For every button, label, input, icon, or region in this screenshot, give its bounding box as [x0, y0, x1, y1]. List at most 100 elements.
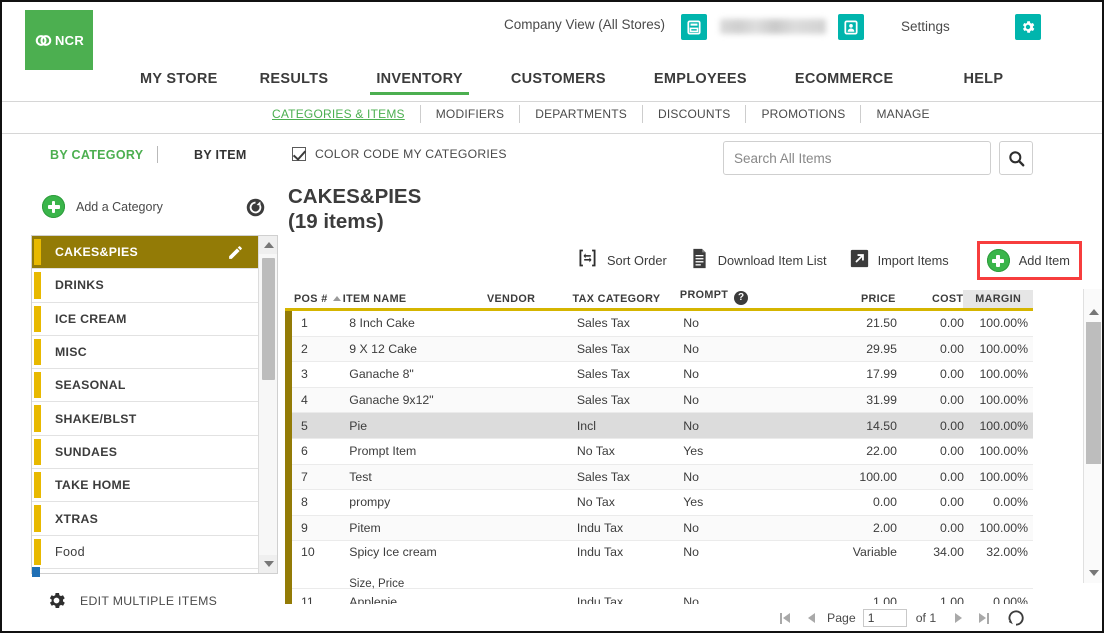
sidebar-item-sundaes[interactable]: SUNDAES: [32, 435, 258, 470]
table-row[interactable]: 3 Ganache 8" Sales Tax No 17.99 0.00 100…: [292, 362, 1033, 388]
sort-order-icon: [577, 248, 598, 273]
edit-pencil-icon[interactable]: [227, 244, 244, 261]
gear-icon[interactable]: [1015, 14, 1041, 40]
company-view-label[interactable]: Company View (All Stores): [504, 17, 665, 32]
subnav-manage[interactable]: MANAGE: [861, 105, 944, 123]
import-items-button[interactable]: Import Items: [850, 249, 949, 273]
nav-ecommerce[interactable]: ECOMMERCE: [771, 65, 918, 97]
category-label: DRINKS: [55, 278, 104, 293]
table-row[interactable]: 6 Prompt Item No Tax Yes 22.00 0.00 100.…: [292, 438, 1033, 465]
cell-margin: 100.00%: [979, 393, 1028, 408]
first-page-icon[interactable]: [772, 612, 798, 624]
table-row[interactable]: 1 8 Inch Cake Sales Tax No 21.50 0.00 10…: [292, 311, 1033, 337]
scroll-up-arrow-icon[interactable]: [1084, 303, 1102, 320]
prev-page-icon[interactable]: [798, 613, 824, 623]
category-label: SUNDAES: [55, 444, 118, 459]
sidebar-item-xtras[interactable]: XTRAS: [32, 502, 258, 536]
subnav-categories-items[interactable]: CATEGORIES & ITEMS: [257, 105, 421, 123]
cell-pos: 4: [301, 393, 308, 408]
sidebar-item-cakes-pies[interactable]: CAKES&PIES: [32, 236, 258, 270]
sidebar-item-food[interactable]: Food: [32, 535, 258, 569]
page-number-input[interactable]: [862, 609, 907, 627]
col-header-pos[interactable]: POS #: [285, 293, 343, 308]
cell-price: 100.00: [859, 469, 897, 484]
scroll-up-arrow-icon[interactable]: [259, 236, 277, 254]
nav-inventory[interactable]: INVENTORY: [352, 65, 487, 97]
table-row[interactable]: 7 Test Sales Tax No 100.00 0.00 100.00%: [292, 464, 1033, 491]
scroll-down-arrow-icon[interactable]: [1084, 564, 1102, 581]
ncr-logo[interactable]: NCR: [25, 10, 93, 70]
col-header-tax-category[interactable]: TAX CATEGORY: [572, 293, 679, 308]
next-page-icon[interactable]: [945, 613, 971, 623]
cell-cost: 0.00: [940, 495, 964, 510]
table-row[interactable]: 8 prompy No Tax Yes 0.00 0.00 0.00%: [292, 490, 1033, 516]
refresh-categories-icon[interactable]: [245, 197, 266, 218]
table-row[interactable]: 5 Pie Incl No 14.50 0.00 100.00%: [292, 413, 1033, 439]
nav-my-store[interactable]: MY STORE: [122, 65, 236, 97]
subnav-promotions[interactable]: PROMOTIONS: [746, 105, 862, 123]
nav-customers[interactable]: CUSTOMERS: [487, 65, 630, 97]
search-input[interactable]: [724, 142, 990, 174]
table-row[interactable]: 11 Applepie Indu Tax No 1.00 1.00 0.00%: [292, 589, 1033, 604]
cell-item-name: 8 Inch Cake: [349, 316, 415, 331]
add-item-button[interactable]: Add Item: [976, 241, 1082, 280]
redacted-user-name: [720, 19, 826, 34]
download-item-list-button[interactable]: Download Item List: [690, 248, 827, 274]
table-row[interactable]: 9 Pitem Indu Tax No 2.00 0.00 100.00%: [292, 515, 1033, 542]
subnav-modifiers[interactable]: MODIFIERS: [421, 105, 521, 123]
scroll-down-arrow-icon[interactable]: [259, 555, 277, 573]
add-category-button[interactable]: Add a Category: [42, 195, 163, 218]
scrollbar-thumb[interactable]: [1086, 322, 1101, 464]
cell-pos: 8: [301, 495, 308, 510]
cell-margin: 100.00%: [979, 341, 1028, 356]
table-row[interactable]: 2 9 X 12 Cake Sales Tax No 29.95 0.00 10…: [292, 336, 1033, 363]
col-header-margin[interactable]: MARGIN: [963, 290, 1033, 308]
scrollbar-thumb[interactable]: [262, 258, 275, 380]
settings-label[interactable]: Settings: [901, 19, 950, 34]
nav-results[interactable]: RESULTS: [236, 65, 353, 97]
table-row[interactable]: 4 Ganache 9x12" Sales Tax No 31.99 0.00 …: [292, 387, 1033, 414]
color-code-checkbox[interactable]: [292, 147, 306, 161]
col-header-cost[interactable]: COST: [896, 293, 964, 308]
col-header-prompt[interactable]: PROMPT?: [680, 289, 801, 308]
cell-tax-category: Sales Tax: [576, 393, 630, 408]
sidebar-item-ice-cream[interactable]: ICE CREAM: [32, 302, 258, 336]
last-page-icon[interactable]: [971, 612, 997, 624]
cell-margin: 0.00%: [993, 495, 1028, 510]
nav-employees[interactable]: EMPLOYEES: [630, 65, 771, 97]
table-scrollbar[interactable]: [1083, 289, 1102, 583]
edit-multiple-items-button[interactable]: EDIT MULTIPLE ITEMS: [46, 590, 217, 611]
refresh-icon[interactable]: [1006, 608, 1026, 628]
page-title: CAKES&PIES: [288, 185, 422, 208]
sidebar-item-take-home[interactable]: TAKE HOME: [32, 469, 258, 503]
table-row[interactable]: 10 Spicy Ice cream Size, Price Indu Tax …: [292, 541, 1033, 590]
color-code-checkbox-group[interactable]: COLOR CODE MY CATEGORIES: [292, 147, 507, 161]
col-header-item-name[interactable]: ITEM NAME: [343, 293, 487, 308]
cell-tax-category: No Tax: [576, 444, 615, 459]
sidebar-item-drinks[interactable]: DRINKS: [32, 269, 258, 303]
sidebar-item-seasonal[interactable]: SEASONAL: [32, 369, 258, 403]
category-color-swatch: [34, 272, 41, 299]
col-header-vendor[interactable]: VENDOR: [487, 293, 573, 308]
sidebar-item-shake-blst[interactable]: SHAKE/BLST: [32, 402, 258, 436]
cell-cost: 0.00: [940, 469, 964, 484]
search-button[interactable]: [999, 141, 1033, 175]
user-icon[interactable]: [838, 14, 864, 40]
subnav-departments[interactable]: DEPARTMENTS: [520, 105, 643, 123]
sidebar-item-misc[interactable]: MISC: [32, 335, 258, 370]
search-input-wrapper[interactable]: [723, 141, 991, 175]
cell-pos: 6: [301, 444, 308, 459]
category-scrollbar[interactable]: [258, 236, 277, 573]
tab-by-category[interactable]: BY CATEGORY: [50, 148, 143, 162]
cell-item-name: Test: [349, 469, 372, 484]
cell-prompt: No: [683, 393, 699, 408]
tab-by-item[interactable]: BY ITEM: [194, 148, 247, 162]
col-header-price[interactable]: PRICE: [801, 293, 895, 308]
help-icon[interactable]: ?: [734, 291, 749, 305]
subnav-discounts[interactable]: DISCOUNTS: [643, 105, 747, 123]
cell-prompt: No: [683, 367, 699, 382]
store-icon[interactable]: [681, 14, 707, 40]
nav-help[interactable]: HELP: [939, 65, 1027, 97]
sort-order-button[interactable]: Sort Order: [577, 248, 667, 273]
col-label-pos: POS #: [294, 293, 328, 305]
